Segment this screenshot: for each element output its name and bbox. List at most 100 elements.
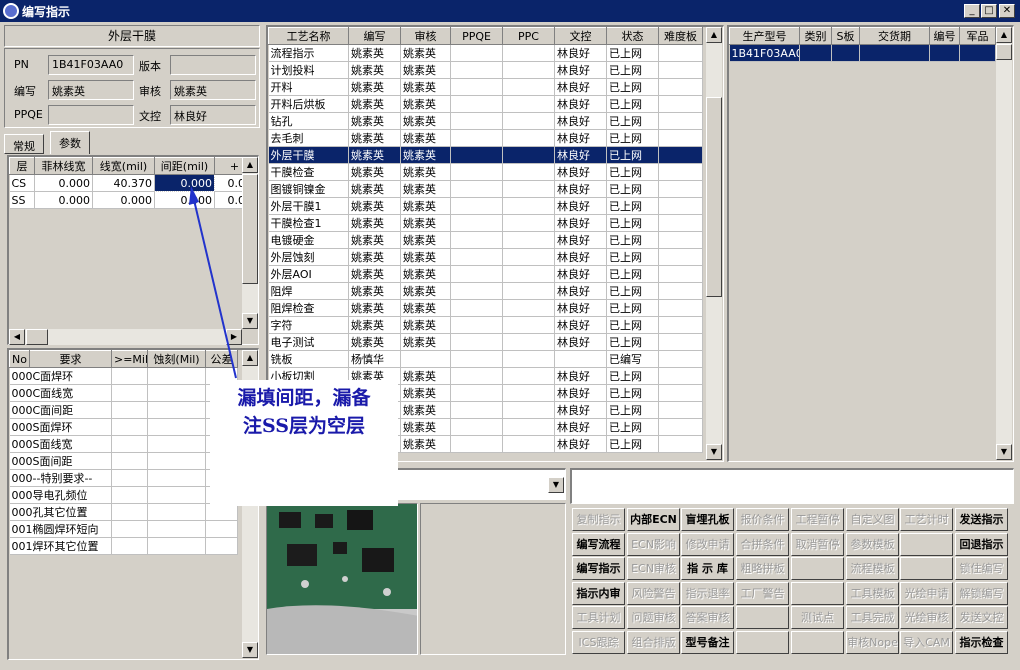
scroll-down-icon[interactable]: ▼	[996, 444, 1012, 460]
req-cell[interactable]	[111, 486, 148, 504]
process-cell[interactable]: 外层干膜	[268, 146, 349, 164]
table-row[interactable]: SS 0.000 0.000 0.000 0.00	[9, 191, 255, 209]
process-cell[interactable]: 已编写	[606, 350, 659, 368]
req-cell[interactable]	[111, 367, 148, 385]
chevron-down-icon[interactable]: ▼	[548, 477, 564, 493]
process-cell[interactable]: 姚素英	[348, 61, 401, 79]
field-value[interactable]	[48, 105, 134, 125]
table-row[interactable]: 000S面焊环	[9, 418, 238, 436]
process-cell[interactable]	[658, 231, 703, 249]
action-button[interactable]: 测试点	[791, 606, 844, 629]
process-cell[interactable]	[502, 163, 555, 181]
table-row[interactable]: 000C面线宽	[9, 384, 238, 402]
param-cell[interactable]: 0.000	[154, 191, 215, 209]
process-cell[interactable]: 林良好	[554, 129, 607, 147]
action-button[interactable]: 型号备注	[681, 631, 734, 654]
req-cell[interactable]	[147, 452, 206, 470]
req-cell[interactable]	[147, 520, 206, 538]
process-cell[interactable]: 已上网	[606, 435, 659, 453]
table-row[interactable]: 1B41F03AA0	[729, 44, 996, 62]
action-button[interactable]: 指示内审	[572, 582, 625, 605]
table-row[interactable]: 外层AOI 姚素英 姚素英 林良好 已上网	[268, 265, 703, 283]
req-cell[interactable]	[111, 503, 148, 521]
action-button[interactable]: 自定义图	[846, 508, 899, 531]
product-cell[interactable]	[929, 44, 960, 62]
table-row[interactable]: 000S面间距	[9, 452, 238, 470]
action-button[interactable]: 参数模板	[846, 533, 899, 556]
process-cell[interactable]: 已上网	[606, 146, 659, 164]
action-button[interactable]: 指示退率	[681, 582, 734, 605]
process-cell[interactable]	[450, 316, 503, 334]
action-button[interactable]: 光绘审核	[900, 606, 953, 629]
process-cell[interactable]	[502, 401, 555, 419]
action-button[interactable]: 锁住编写	[955, 557, 1008, 580]
table-row[interactable]: 干膜检查 姚素英 姚素英 林良好 已上网	[268, 163, 703, 181]
process-cell[interactable]: 图镀铜镍金	[268, 180, 349, 198]
process-cell[interactable]: 林良好	[554, 333, 607, 351]
process-cell[interactable]: 姚素英	[400, 401, 451, 419]
column-header[interactable]: 生产型号	[729, 27, 800, 45]
table-row[interactable]: 电镀硬金 姚素英 姚素英 林良好 已上网	[268, 231, 703, 249]
process-cell[interactable]	[502, 214, 555, 232]
process-cell[interactable]: 干膜检查	[268, 163, 349, 181]
req-cell[interactable]	[147, 469, 206, 487]
column-header[interactable]: 类别	[799, 27, 832, 45]
req-cell[interactable]	[147, 503, 206, 521]
process-cell[interactable]	[502, 231, 555, 249]
process-cell[interactable]: 已上网	[606, 95, 659, 113]
process-cell[interactable]	[658, 384, 703, 402]
param-cell[interactable]: 0.000	[34, 174, 93, 192]
process-cell[interactable]	[658, 333, 703, 351]
column-header[interactable]: S板	[831, 27, 860, 45]
action-button[interactable]: 回退指示	[955, 533, 1008, 556]
req-cell[interactable]	[147, 486, 206, 504]
tab-params[interactable]: 参数	[50, 131, 90, 154]
req-cell[interactable]	[147, 367, 206, 385]
process-cell[interactable]: 干膜检查1	[268, 214, 349, 232]
process-cell[interactable]	[450, 44, 503, 62]
process-cell[interactable]	[450, 333, 503, 351]
process-cell[interactable]	[450, 350, 503, 368]
process-cell[interactable]	[502, 78, 555, 96]
process-cell[interactable]: 林良好	[554, 197, 607, 215]
table-row[interactable]: 开料 姚素英 姚素英 林良好 已上网	[268, 78, 703, 96]
product-cell[interactable]: 1B41F03AA0	[729, 44, 800, 62]
process-cell[interactable]: 姚素英	[400, 316, 451, 334]
field-value-2[interactable]: 林良好	[170, 105, 256, 125]
process-cell[interactable]	[502, 333, 555, 351]
req-cell[interactable]	[111, 435, 148, 453]
action-button[interactable]: 粗略拼板	[736, 557, 789, 580]
process-cell[interactable]: 姚素英	[400, 333, 451, 351]
process-cell[interactable]: 林良好	[554, 418, 607, 436]
action-button[interactable]: 导入CAM	[900, 631, 953, 654]
table-row[interactable]: CS 0.000 40.370 0.000 0.00	[9, 174, 255, 192]
action-button[interactable]: 解锁编写	[955, 582, 1008, 605]
req-cell[interactable]: 000孔其它位置	[9, 503, 112, 521]
req-cell[interactable]: 001椭圆焊环短向	[9, 520, 112, 538]
process-cell[interactable]: 外层干膜1	[268, 197, 349, 215]
action-button[interactable]: 工具模板	[846, 582, 899, 605]
process-cell[interactable]	[658, 299, 703, 317]
process-cell[interactable]	[658, 401, 703, 419]
product-cell[interactable]	[959, 44, 996, 62]
table-row[interactable]: 干膜检查1 姚素英 姚素英 林良好 已上网	[268, 214, 703, 232]
process-cell[interactable]	[502, 112, 555, 130]
action-button[interactable]: 复制指示	[572, 508, 625, 531]
table-row[interactable]: 字符 姚素英 姚素英 林良好 已上网	[268, 316, 703, 334]
process-cell[interactable]: 姚素英	[400, 248, 451, 266]
process-cell[interactable]	[450, 435, 503, 453]
action-button[interactable]: 报价条件	[736, 508, 789, 531]
process-cell[interactable]	[450, 418, 503, 436]
process-cell[interactable]: 姚素英	[348, 180, 401, 198]
req-cell[interactable]	[111, 537, 148, 555]
req-cell[interactable]	[205, 503, 238, 521]
param-cell[interactable]: SS	[9, 191, 35, 209]
process-cell[interactable]	[502, 435, 555, 453]
action-button[interactable]: 审核Nope	[846, 631, 899, 654]
process-cell[interactable]: 林良好	[554, 435, 607, 453]
column-header[interactable]: 蚀刻(Mil)	[147, 350, 206, 368]
action-button[interactable]	[791, 557, 844, 580]
column-header[interactable]: 线宽(mil)	[92, 157, 155, 175]
process-cell[interactable]	[658, 265, 703, 283]
action-button[interactable]: 内部ECN	[627, 508, 680, 531]
